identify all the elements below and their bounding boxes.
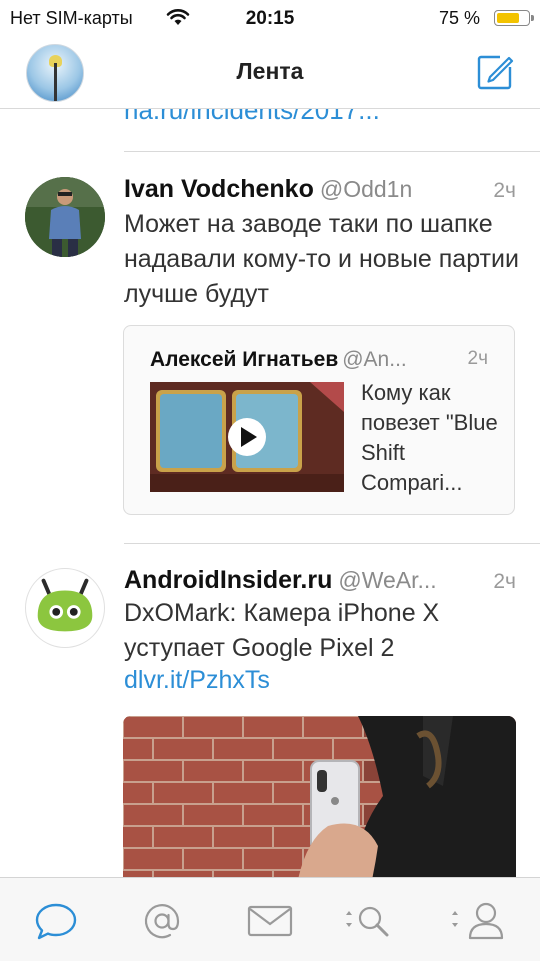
user-avatar[interactable] — [25, 177, 105, 257]
timeline-feed[interactable]: na.ru/incidents/2017... Ivan Vodchenko @O… — [0, 109, 540, 877]
tweet-time: 2ч — [493, 179, 516, 202]
tweet-text: Может на заводе таки по шапке надавали к… — [124, 210, 519, 308]
tab-timeline[interactable] — [26, 896, 86, 946]
compose-icon[interactable] — [476, 53, 514, 91]
quoted-tweet[interactable]: Алексей Игнатьев @An... 2ч Кому как повез… — [123, 325, 515, 515]
tweet-media[interactable] — [123, 716, 516, 877]
author-handle: @WeAr... — [338, 567, 437, 593]
tweet-time: 2ч — [493, 570, 516, 593]
tab-messages[interactable] — [240, 896, 300, 946]
previous-tweet-link[interactable]: na.ru/incidents/2017... — [124, 109, 380, 126]
quote-text: Кому как повезет "Blue Shift Compari... — [361, 380, 498, 495]
tweet-author[interactable]: Ivan Vodchenko @Odd1n — [124, 175, 412, 204]
quote-time: 2ч — [467, 348, 488, 369]
tab-search[interactable] — [340, 896, 400, 946]
at-sign-icon — [144, 904, 180, 939]
quote-author-name: Алексей Игнатьев — [150, 348, 339, 371]
envelope-icon — [247, 905, 293, 937]
tab-profile[interactable] — [450, 896, 510, 946]
author-handle: @Odd1n — [319, 176, 413, 202]
search-icon — [346, 906, 389, 937]
video-thumbnail[interactable] — [150, 382, 344, 492]
profile-icon — [452, 902, 504, 940]
quote-author: Алексей Игнатьев @An... — [150, 348, 407, 372]
nav-bar: Лента — [0, 36, 540, 109]
battery-icon — [494, 10, 534, 26]
quote-author-handle: @An... — [342, 348, 407, 371]
tweet-link[interactable]: dlvr.it/PzhxTs — [124, 666, 270, 695]
divider — [124, 543, 540, 544]
author-name: AndroidInsider.ru — [124, 566, 333, 594]
tweet-text: DxOMark: Камера iPhone X уступает Google… — [124, 599, 440, 662]
user-avatar[interactable] — [25, 568, 105, 648]
speech-bubble-icon — [35, 903, 77, 940]
tweet-author[interactable]: AndroidInsider.ru @WeAr... — [124, 566, 437, 595]
status-bar: Нет SIM-карты 20:15 75 % — [0, 0, 540, 36]
tab-mentions[interactable] — [132, 896, 192, 946]
page-title: Лента — [236, 58, 304, 84]
tab-bar — [0, 877, 540, 961]
author-name: Ivan Vodchenko — [124, 175, 314, 203]
battery-percent: 75 % — [438, 8, 480, 28]
divider — [124, 151, 540, 152]
